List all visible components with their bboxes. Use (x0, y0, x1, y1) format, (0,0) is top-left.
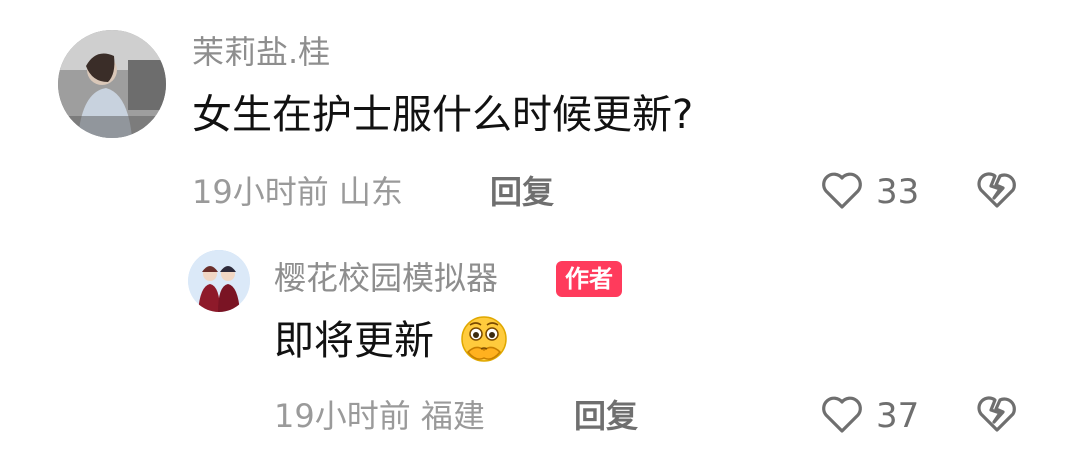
comment-time-location: 19小时前 山东 (192, 173, 403, 211)
reply-reply-button[interactable]: 回复 (574, 398, 638, 434)
comment-text: 女生在护士服什么时候更新? (192, 92, 694, 138)
reply-like-count: 37 (876, 396, 920, 436)
heart-icon[interactable] (820, 394, 864, 434)
author-username[interactable]: 樱花校园模拟器 (274, 260, 498, 296)
comment-reply-button[interactable]: 回复 (490, 174, 554, 210)
commenter-username[interactable]: 茉莉盐.桂 (192, 34, 330, 70)
reply-time-location: 19小时前 福建 (274, 397, 485, 435)
heart-icon[interactable] (820, 170, 864, 210)
broken-heart-icon[interactable] (974, 392, 1020, 434)
commenter-avatar[interactable] (58, 30, 166, 138)
broken-heart-icon[interactable] (974, 168, 1020, 210)
comment-like-count: 33 (876, 172, 920, 212)
author-badge: 作者 (556, 261, 622, 297)
reply-text: 即将更新 (274, 318, 434, 364)
author-avatar[interactable] (188, 250, 250, 312)
hand-over-mouth-face-emoji-icon (458, 314, 510, 366)
